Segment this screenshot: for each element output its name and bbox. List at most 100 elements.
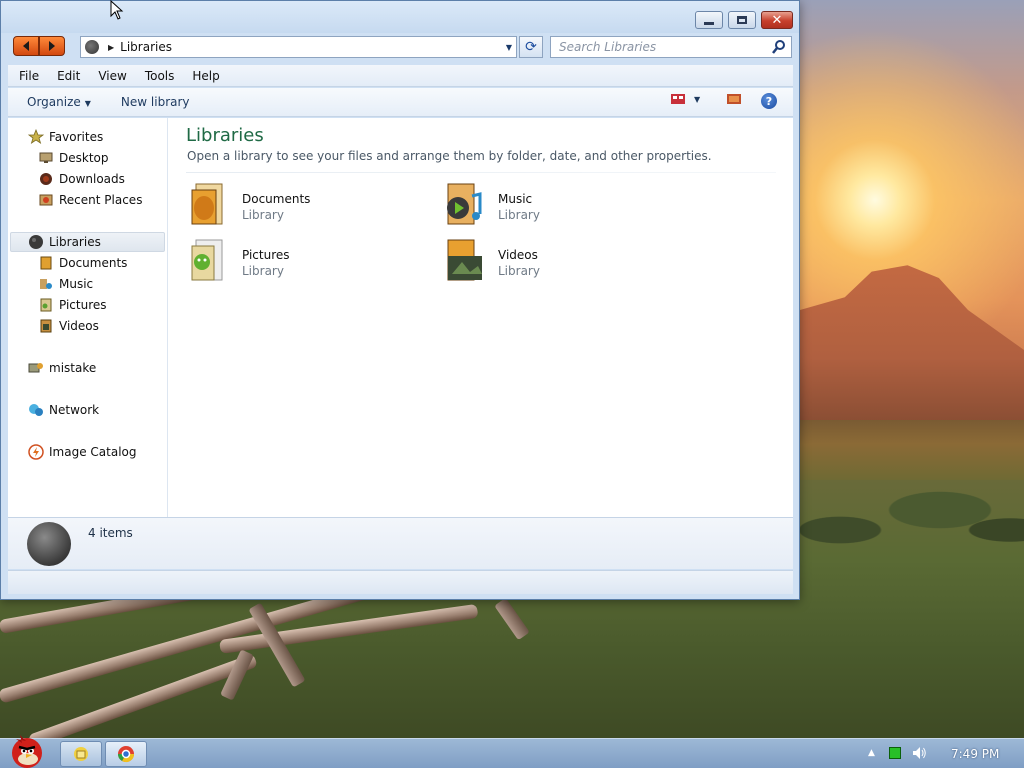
- documents-library-icon: [188, 182, 230, 228]
- menu-view[interactable]: View: [87, 69, 133, 83]
- view-dropdown-icon: ▼: [694, 94, 701, 104]
- clock[interactable]: 7:49 PM: [951, 747, 999, 761]
- search-icon[interactable]: [771, 39, 787, 55]
- nav-recent-places[interactable]: Recent Places: [38, 190, 142, 210]
- nav-libraries-label: Libraries: [49, 235, 101, 249]
- close-icon: ✕: [771, 12, 783, 28]
- libraries-location-icon: [85, 40, 99, 54]
- library-music-type: Library: [498, 208, 540, 222]
- organize-button[interactable]: Organize ▼: [8, 95, 91, 109]
- nav-music[interactable]: Music: [38, 274, 93, 294]
- videos-library-icon: [444, 238, 486, 284]
- minimize-icon: [704, 21, 714, 25]
- library-videos-name: Videos: [498, 248, 538, 262]
- library-music[interactable]: Music Library: [444, 182, 674, 232]
- explorer-window: ✕ ▶ Libraries ▼ ⟳ Search Libraries File …: [0, 0, 800, 600]
- nav-desktop[interactable]: Desktop: [38, 148, 109, 168]
- breadcrumb-chevron-icon[interactable]: ▶: [108, 43, 114, 52]
- command-bar: Organize ▼ New library ▼ ?: [8, 88, 793, 117]
- nav-favorites[interactable]: Favorites: [28, 127, 103, 147]
- menu-bar: File Edit View Tools Help: [8, 65, 793, 87]
- new-library-button[interactable]: New library: [91, 95, 190, 109]
- content-pane: Libraries Open a library to see your fil…: [168, 118, 793, 517]
- nav-image-catalog[interactable]: Image Catalog: [28, 442, 136, 462]
- nav-documents[interactable]: Documents: [38, 253, 127, 273]
- nav-favorites-label: Favorites: [49, 130, 104, 144]
- libraries-icon: [28, 234, 44, 250]
- view-options-icon: [671, 94, 685, 104]
- videos-icon: [38, 318, 54, 334]
- nav-homegroup-mistake[interactable]: mistake: [28, 358, 96, 378]
- battery-icon[interactable]: [888, 747, 901, 759]
- taskbar-chrome-app[interactable]: [105, 741, 147, 767]
- libraries-large-icon: [27, 522, 71, 566]
- refresh-button[interactable]: ⟳: [519, 36, 543, 58]
- status-bar: [8, 570, 793, 594]
- page-description: Open a library to see your files and arr…: [187, 149, 712, 163]
- close-button[interactable]: ✕: [761, 11, 793, 29]
- nav-pictures[interactable]: Pictures: [38, 295, 107, 315]
- chrome-icon: [117, 746, 135, 763]
- nav-downloads-label: Downloads: [59, 172, 125, 186]
- system-tray: ▲: [868, 746, 927, 760]
- page-title: Libraries: [186, 125, 264, 146]
- address-bar[interactable]: ▶ Libraries ▼: [80, 36, 517, 58]
- library-pictures-type: Library: [242, 264, 284, 278]
- wallpaper-mountain: [800, 265, 1024, 422]
- library-pictures[interactable]: Pictures Library: [188, 238, 418, 288]
- pictures-icon: [38, 297, 54, 313]
- menu-help[interactable]: Help: [181, 69, 226, 83]
- start-button[interactable]: [2, 731, 52, 768]
- explorer-taskbar-icon: [74, 747, 88, 761]
- nav-homegroup-label: mistake: [49, 361, 97, 375]
- forward-button[interactable]: [39, 36, 65, 56]
- search-input[interactable]: Search Libraries: [551, 40, 771, 54]
- music-icon: [38, 276, 54, 292]
- search-box[interactable]: Search Libraries: [550, 36, 792, 58]
- menu-tools[interactable]: Tools: [134, 69, 182, 83]
- downloads-icon: [38, 171, 54, 187]
- breadcrumb-libraries[interactable]: Libraries: [120, 40, 502, 54]
- show-hidden-icons-icon[interactable]: ▲: [868, 748, 875, 758]
- library-documents[interactable]: Documents Library: [188, 182, 418, 232]
- taskbar: ▲ 7:49 PM: [0, 735, 1024, 768]
- maximize-button[interactable]: [728, 11, 756, 29]
- library-videos-type: Library: [498, 264, 540, 278]
- taskbar-explorer-app[interactable]: [60, 741, 102, 767]
- nav-downloads[interactable]: Downloads: [38, 169, 125, 189]
- library-videos[interactable]: Videos Library: [444, 238, 674, 288]
- nav-desktop-label: Desktop: [59, 151, 109, 165]
- library-pictures-name: Pictures: [242, 248, 290, 262]
- desktop-icon: [38, 150, 54, 166]
- image-catalog-icon: [28, 444, 44, 460]
- wallpaper-bushes: [800, 470, 1024, 560]
- forward-arrow-icon: [49, 41, 55, 51]
- nav-documents-label: Documents: [59, 256, 128, 270]
- preview-pane-button[interactable]: [726, 93, 742, 105]
- back-button[interactable]: [13, 36, 39, 56]
- preview-pane-icon: [727, 94, 741, 104]
- library-documents-type: Library: [242, 208, 284, 222]
- homegroup-icon: [28, 360, 44, 376]
- nav-recent-places-label: Recent Places: [59, 193, 143, 207]
- address-dropdown-icon[interactable]: ▼: [502, 43, 516, 52]
- item-count: 4 items: [88, 526, 133, 540]
- minimize-button[interactable]: [695, 11, 723, 29]
- wallpaper-fence-rail: [27, 653, 258, 749]
- nav-libraries[interactable]: Libraries: [10, 232, 165, 252]
- content-divider: [186, 172, 776, 173]
- star-icon: [28, 129, 44, 145]
- navigation-buttons: [13, 36, 65, 56]
- music-library-icon: [444, 182, 486, 228]
- menu-file[interactable]: File: [8, 69, 46, 83]
- volume-icon[interactable]: [911, 746, 927, 760]
- nav-network[interactable]: Network: [28, 400, 99, 420]
- angry-bird-icon: [12, 735, 42, 768]
- change-view-button[interactable]: ▼: [670, 93, 700, 105]
- nav-pictures-label: Pictures: [59, 298, 107, 312]
- nav-videos[interactable]: Videos: [38, 316, 99, 336]
- menu-edit[interactable]: Edit: [46, 69, 87, 83]
- maximize-icon: [737, 16, 747, 24]
- help-button[interactable]: ?: [761, 93, 777, 109]
- mouse-cursor-icon: [110, 0, 124, 20]
